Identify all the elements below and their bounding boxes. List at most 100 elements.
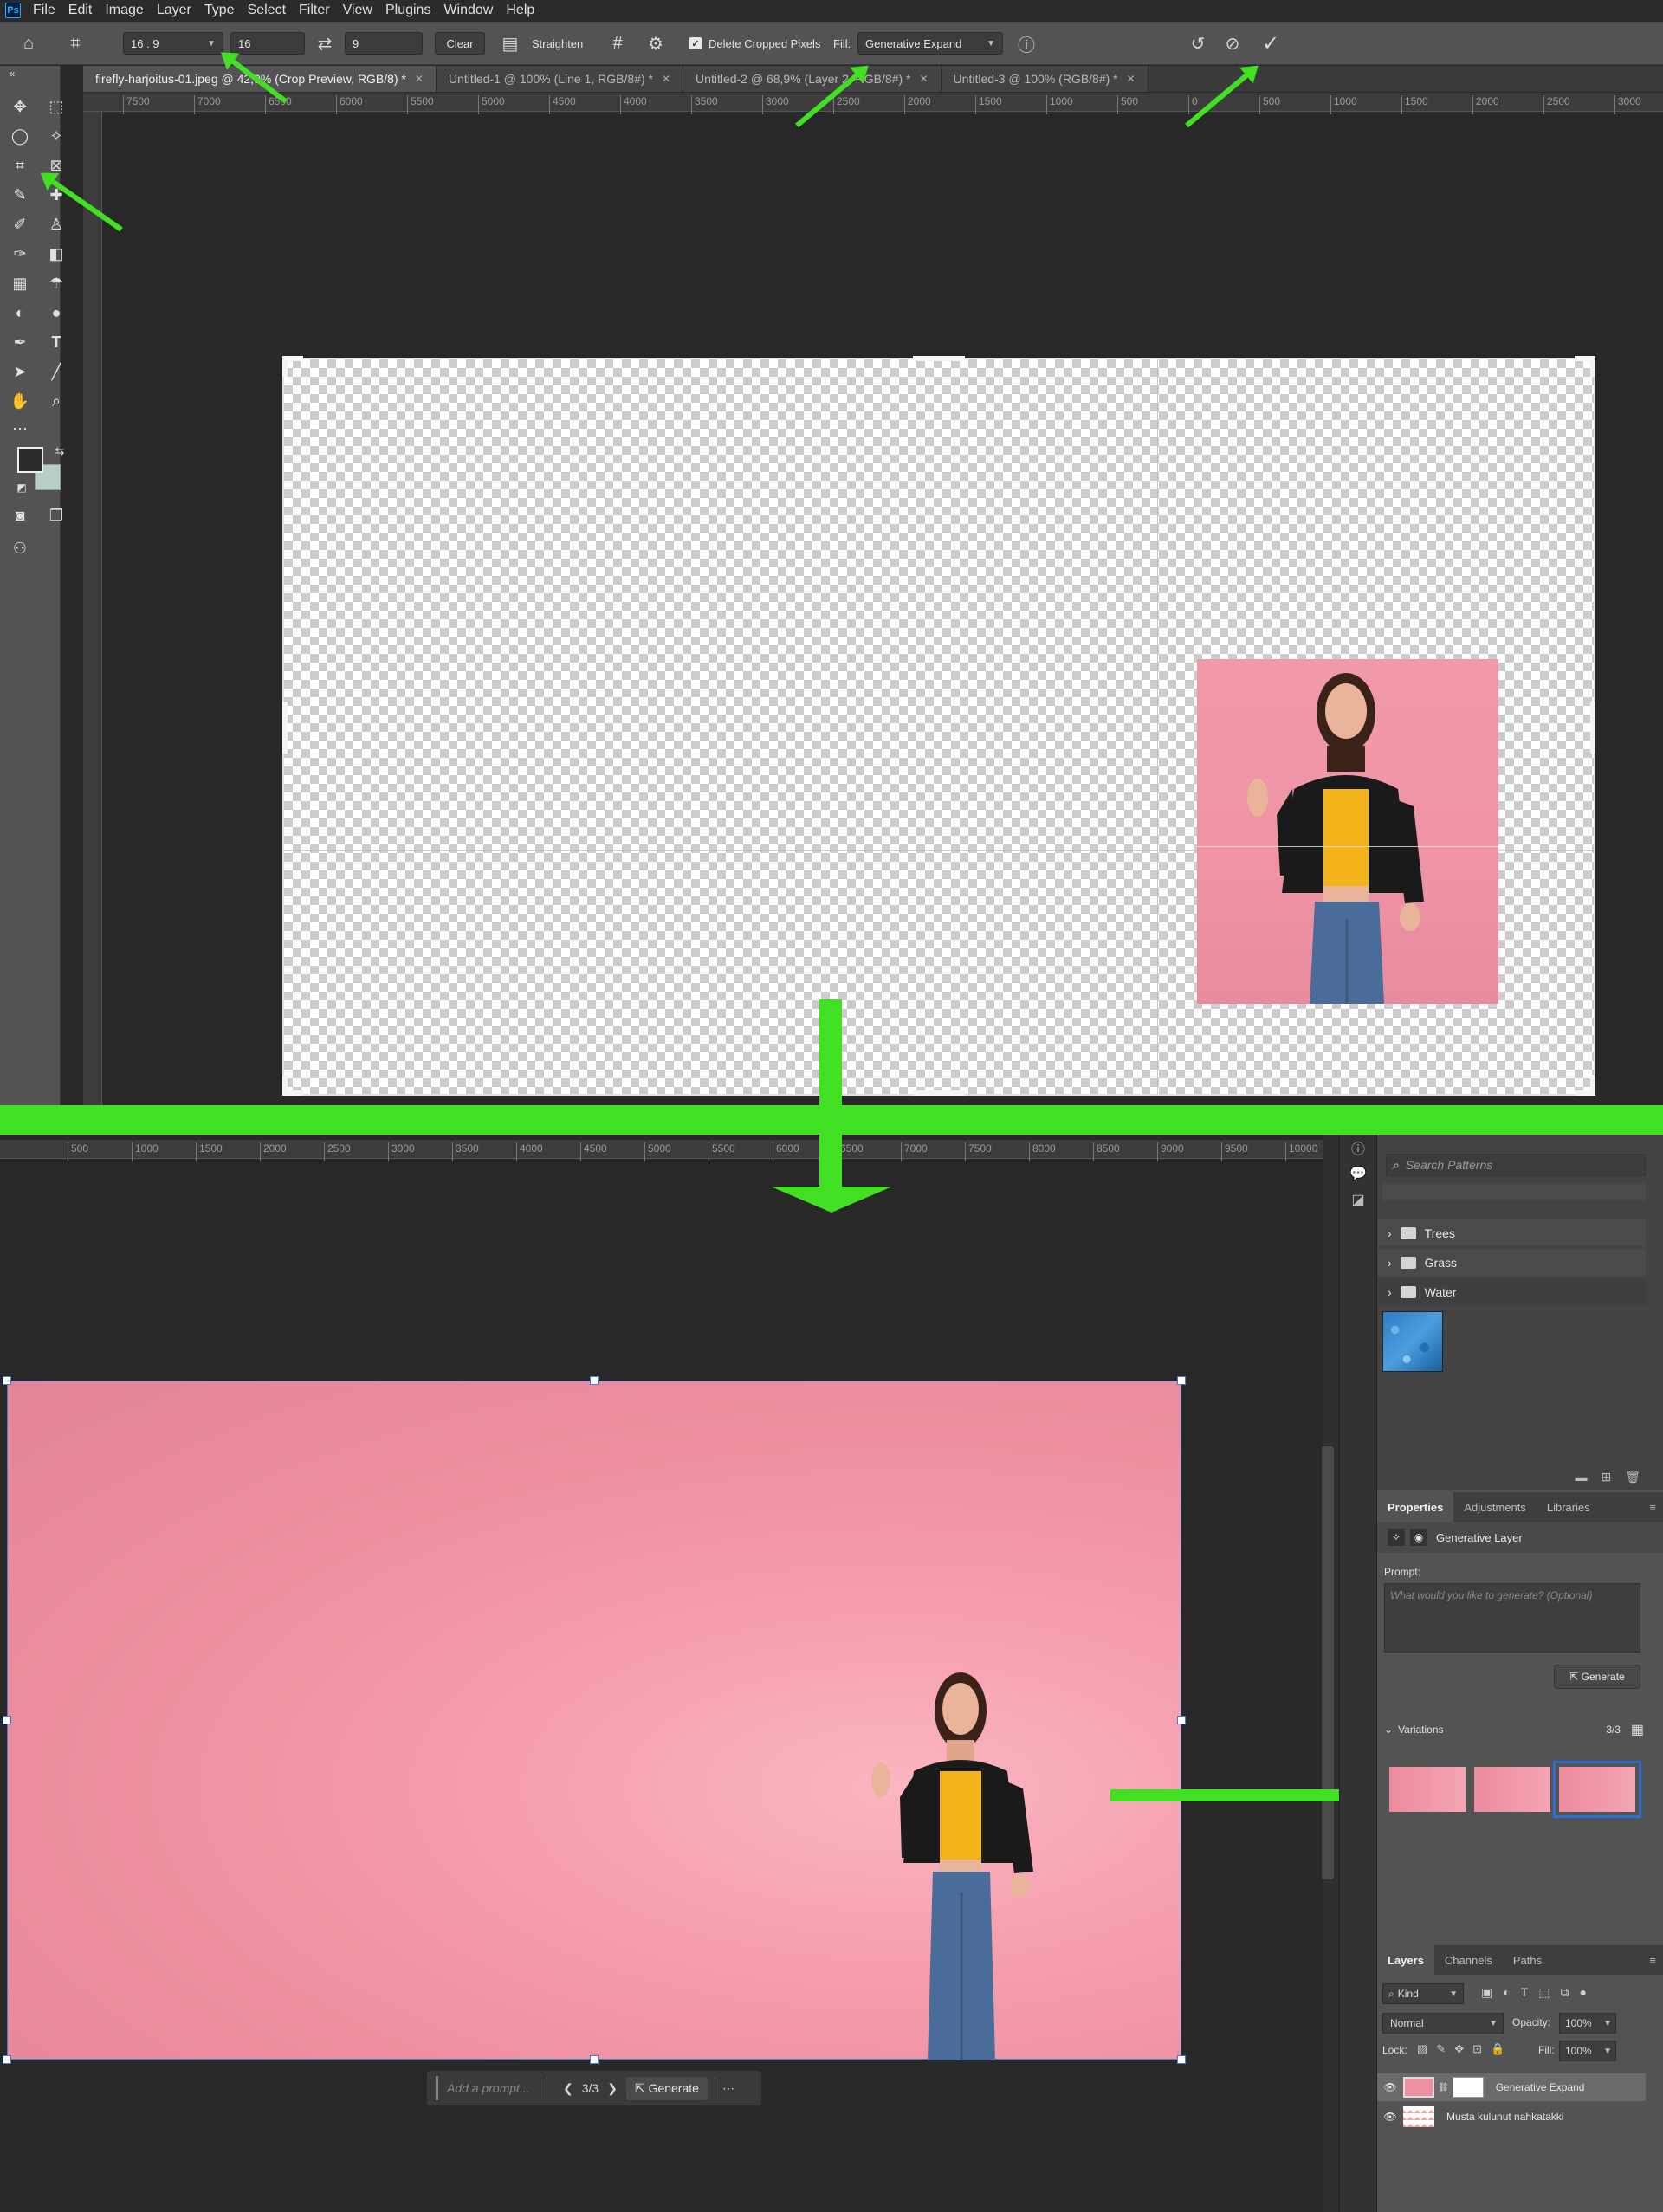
panel-menu-icon[interactable]: ≡ (1649, 1954, 1656, 1967)
eye-icon[interactable]: 👁 (1377, 2111, 1403, 2123)
opacity-input[interactable]: 100% ▼ (1559, 2013, 1616, 2034)
menu-image[interactable]: Image (105, 3, 143, 18)
transform-handle[interactable] (3, 2055, 11, 2064)
layer-filter-kind[interactable]: ⌕ Kind ▼ (1382, 1983, 1464, 2004)
chevron-right-icon[interactable]: › (1388, 1285, 1392, 1299)
home-icon[interactable]: ⌂ (17, 32, 40, 55)
straighten-label[interactable]: Straighten (532, 32, 583, 55)
prompt-input[interactable]: Add a prompt... (436, 2076, 540, 2100)
crop-handle-left[interactable] (282, 702, 288, 754)
blur-tool-icon[interactable]: ☂ (45, 272, 68, 294)
chevron-right-icon[interactable]: › (1388, 1226, 1392, 1240)
default-colors-icon[interactable]: ◩ (10, 476, 33, 499)
close-icon[interactable]: ✕ (662, 73, 670, 85)
checkbox-icon[interactable]: ✓ (689, 37, 702, 49)
quick-select-tool-icon[interactable]: ✧ (45, 125, 68, 147)
tab-adjustments[interactable]: Adjustments (1453, 1492, 1537, 1522)
adjustment-filter-icon[interactable]: ◐ (1503, 1985, 1510, 2000)
eyedropper-tool-icon[interactable]: ✎ (9, 184, 31, 206)
transform-handle[interactable] (1177, 1376, 1186, 1385)
path-select-tool-icon[interactable]: ➤ (9, 360, 31, 383)
menu-plugins[interactable]: Plugins (385, 3, 430, 18)
prompt-textarea[interactable]: What would you like to generate? (Option… (1384, 1583, 1640, 1653)
eye-icon[interactable]: 👁 (1377, 2081, 1403, 2093)
collapse-icon[interactable]: « (5, 62, 19, 85)
edit-toolbar-icon[interactable]: ⚇ (9, 537, 31, 559)
grid-view-icon[interactable]: ▦ (1631, 1721, 1644, 1738)
foreground-color-swatch[interactable] (17, 447, 43, 473)
lasso-tool-icon[interactable]: ◯ (9, 125, 31, 147)
crop-handle-bottom-right[interactable] (1590, 1075, 1595, 1096)
crop-handle-top-left[interactable] (282, 356, 288, 377)
crop-tool-icon[interactable]: ⌗ (64, 32, 87, 55)
layer-row-generative-expand[interactable]: 👁 ⛓ Generative Expand (1377, 2073, 1646, 2101)
lock-artboard-icon[interactable]: ⊡ (1472, 2042, 1482, 2056)
fill-input[interactable]: 100% ▼ (1559, 2041, 1616, 2061)
tab-layers[interactable]: Layers (1377, 1945, 1434, 1975)
lock-pixels-icon[interactable]: ✎ (1436, 2042, 1446, 2056)
lock-position-icon[interactable]: ✥ (1454, 2042, 1464, 2056)
variation-thumbnail-2[interactable] (1474, 1767, 1550, 1812)
marquee-tool-icon[interactable]: ⬚ (45, 95, 68, 118)
crop-handle-top[interactable] (913, 356, 965, 361)
menu-edit[interactable]: Edit (68, 3, 93, 18)
pen-tool-icon[interactable]: ✒ (9, 331, 31, 353)
burn-tool-icon[interactable]: ● (45, 301, 68, 324)
crop-handle-top-right[interactable] (1590, 356, 1595, 377)
comment-icon[interactable]: 💬 (1349, 1164, 1368, 1183)
generated-canvas[interactable] (7, 1381, 1181, 2060)
transform-handle[interactable] (590, 1376, 599, 1385)
crop-handle-right[interactable] (1590, 702, 1595, 754)
delete-cropped-pixels-option[interactable]: ✓ Delete Cropped Pixels (689, 32, 820, 55)
menu-layer[interactable]: Layer (157, 3, 191, 18)
gradient-tool-icon[interactable]: ▦ (9, 272, 31, 294)
zoom-tool-icon[interactable]: ⌕ (45, 390, 68, 412)
overlay-grid-icon[interactable]: # (606, 32, 629, 55)
pixel-filter-icon[interactable]: ▣ (1481, 1985, 1492, 2000)
link-icon[interactable]: ⛓ (1438, 2083, 1449, 2092)
chevron-right-icon[interactable]: › (1388, 1256, 1392, 1270)
swap-colors-icon[interactable]: ⇆ (49, 440, 71, 462)
vertical-scrollbar[interactable] (1322, 1446, 1334, 1879)
history-brush-tool-icon[interactable]: ✑ (9, 243, 31, 265)
variation-thumbnail-3[interactable] (1553, 1761, 1641, 1818)
pattern-folder-grass[interactable]: › Grass (1377, 1249, 1646, 1277)
more-options-icon[interactable]: ⋯ (722, 2081, 734, 2096)
lock-all-icon[interactable]: 🔒 (1491, 2042, 1504, 2056)
crop-height-input[interactable]: 9 (345, 32, 423, 55)
menu-view[interactable]: View (343, 3, 372, 18)
properties-generate-button[interactable]: ⇱ Generate (1554, 1665, 1640, 1689)
doc-tab-untitled-2[interactable]: Untitled-2 @ 68,9% (Layer 2, RGB/8#) * ✕ (683, 66, 942, 92)
layer-comps-icon[interactable]: ◪ (1349, 1190, 1368, 1209)
transform-handle[interactable] (3, 1716, 11, 1724)
chevron-left-icon[interactable]: ❮ (563, 2081, 573, 2096)
layer-name[interactable]: Musta kulunut nahkatakki (1446, 2111, 1563, 2123)
screen-mode-icon[interactable]: ❐ (45, 504, 68, 527)
pattern-search-input[interactable]: ⌕ Search Patterns (1386, 1154, 1646, 1176)
crop-handle-bottom-left[interactable] (282, 1075, 288, 1096)
close-icon[interactable]: ✕ (1127, 73, 1136, 85)
layer-mask-thumbnail[interactable] (1452, 2077, 1484, 2098)
new-group-icon[interactable]: ▬ (1575, 1470, 1587, 1484)
cancel-icon[interactable]: ⊘ (1221, 32, 1244, 55)
transform-handle[interactable] (1177, 2055, 1186, 2064)
variation-thumbnail-1[interactable] (1389, 1767, 1466, 1812)
fill-dropdown[interactable]: Generative Expand ▼ (857, 32, 1003, 55)
close-icon[interactable]: ✕ (415, 73, 424, 85)
menu-help[interactable]: Help (506, 3, 534, 18)
lock-transparency-icon[interactable]: ▨ (1417, 2042, 1427, 2056)
water-pattern-swatch[interactable] (1382, 1311, 1443, 1372)
crop-tool-icon[interactable]: ⌗ (9, 154, 31, 177)
menu-file[interactable]: File (33, 3, 55, 18)
tab-properties[interactable]: Properties (1377, 1492, 1454, 1522)
stamp-tool-icon[interactable]: ♙ (45, 213, 68, 236)
crop-preview-canvas[interactable] (284, 359, 1594, 1094)
straighten-icon[interactable]: ▤ (499, 32, 521, 55)
pattern-folder-trees[interactable]: › Trees (1377, 1219, 1646, 1247)
transform-handle[interactable] (590, 2055, 599, 2064)
filter-toggle-icon[interactable]: ● (1580, 1985, 1587, 2000)
menu-window[interactable]: Window (443, 3, 493, 18)
menu-type[interactable]: Type (204, 3, 235, 18)
close-icon[interactable]: ✕ (919, 73, 928, 85)
blend-mode-dropdown[interactable]: Normal ▼ (1382, 2013, 1504, 2034)
